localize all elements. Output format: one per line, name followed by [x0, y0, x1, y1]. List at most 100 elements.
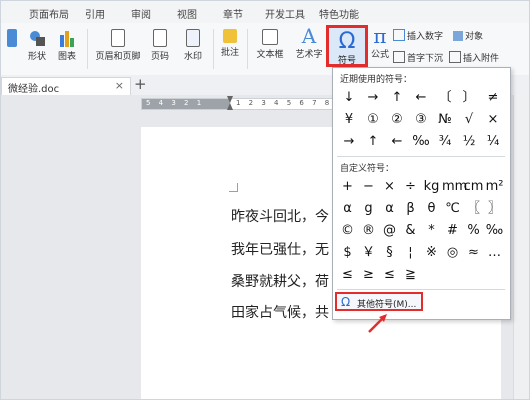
tab-chapter[interactable]: 章节: [223, 6, 243, 21]
symbol-cell[interactable]: ≈: [463, 242, 484, 264]
symbol-cell[interactable]: kg: [421, 176, 442, 198]
symbol-button[interactable]: Ω 符号: [326, 25, 368, 67]
symbol-cell[interactable]: g: [358, 198, 379, 220]
new-tab-button[interactable]: +: [134, 75, 147, 93]
symbol-cell[interactable]: ¾: [433, 131, 457, 153]
symbol-cell[interactable]: ①: [361, 109, 385, 131]
symbol-cell[interactable]: ©: [337, 220, 358, 242]
tab-page-layout[interactable]: 页面布局: [29, 6, 69, 21]
horizontal-ruler[interactable]: 5 4 3 2 1 1 2 3 4 5 6 7 8 9: [141, 98, 342, 110]
symbol-cell[interactable]: →: [361, 87, 385, 109]
textbox-label: 文本框: [256, 50, 284, 60]
object-icon: [453, 31, 463, 41]
wordart-button[interactable]: A 艺术字: [291, 25, 327, 60]
symbol-cell[interactable]: ←: [385, 131, 409, 153]
insert-attachment-button[interactable]: 插入附件: [449, 51, 499, 64]
symbol-cell[interactable]: ≠: [481, 87, 505, 109]
symbol-cell[interactable]: …: [484, 242, 505, 264]
right-sidebar: [513, 95, 529, 399]
symbol-cell[interactable]: ≤: [379, 264, 400, 286]
object-button[interactable]: 对象: [453, 29, 483, 42]
textbox-icon: [262, 29, 278, 45]
insert-attachment-label: 插入附件: [463, 54, 500, 64]
symbol-cell[interactable]: ↑: [361, 131, 385, 153]
symbol-cell[interactable]: ℃: [442, 198, 463, 220]
symbol-cell[interactable]: 〕: [457, 87, 481, 109]
symbol-cell[interactable]: ≥: [358, 264, 379, 286]
more-symbols-button[interactable]: Ω 其他符号(M)...: [335, 292, 423, 311]
number-icon: [393, 29, 405, 41]
tab-view[interactable]: 视图: [177, 6, 197, 21]
symbol-cell[interactable]: ×: [481, 109, 505, 131]
watermark-icon: [186, 29, 200, 47]
symbol-cell[interactable]: &: [400, 220, 421, 242]
symbol-cell[interactable]: @: [379, 220, 400, 242]
page-number-button[interactable]: 页码: [144, 29, 176, 62]
symbol-cell[interactable]: ≤: [337, 264, 358, 286]
symbol-cell[interactable]: ¥: [337, 109, 361, 131]
symbol-cell[interactable]: $: [337, 242, 358, 264]
symbol-cell[interactable]: ‰: [484, 220, 505, 242]
symbol-cell[interactable]: √: [457, 109, 481, 131]
symbol-cell[interactable]: §: [379, 242, 400, 264]
symbol-cell[interactable]: ↑: [385, 87, 409, 109]
tab-review[interactable]: 审阅: [131, 6, 151, 21]
tab-references[interactable]: 引用: [85, 6, 105, 21]
symbol-cell[interactable]: −: [358, 176, 379, 198]
picture-button[interactable]: [1, 29, 23, 47]
textbox-button[interactable]: 文本框: [251, 29, 289, 60]
symbol-cell[interactable]: ÷: [400, 176, 421, 198]
symbol-cell[interactable]: ③: [409, 109, 433, 131]
tab-special-features[interactable]: 特色功能: [319, 6, 359, 21]
first-letter-button[interactable]: 首字下沉: [393, 51, 443, 64]
symbol-cell[interactable]: ←: [409, 87, 433, 109]
symbol-cell[interactable]: 〖: [463, 198, 484, 220]
symbol-cell[interactable]: ￥: [358, 242, 379, 264]
symbol-cell[interactable]: ↓: [337, 87, 361, 109]
divider: [213, 29, 214, 69]
recent-symbols-title: 近期使用的符号：: [340, 75, 413, 85]
symbol-cell[interactable]: ×: [379, 176, 400, 198]
chart-label: 图表: [57, 52, 76, 62]
document-tab[interactable]: 微经验.doc ×: [1, 77, 131, 95]
symbol-cell[interactable]: ≧: [400, 264, 421, 286]
symbol-cell[interactable]: →: [337, 131, 361, 153]
shapes-button[interactable]: 形状: [23, 29, 51, 62]
symbol-cell[interactable]: %: [463, 220, 484, 242]
symbol-cell[interactable]: +: [337, 176, 358, 198]
formula-button[interactable]: π 公式: [369, 25, 391, 60]
comment-button[interactable]: 批注: [217, 29, 243, 58]
watermark-button[interactable]: 水印: [177, 29, 209, 62]
symbol-cell[interactable]: ②: [385, 109, 409, 131]
insert-number-button[interactable]: 插入数字: [393, 29, 443, 42]
symbol-cell[interactable]: α: [337, 198, 358, 220]
app-window: 页面布局 引用 审阅 视图 章节 开发工具 特色功能 形状 图表 页眉和页脚 页…: [0, 0, 530, 400]
recent-symbols-grid: ↓ → ↑ ← 〔〕 ≠ ¥ ① ② ③ № √ × → ↑ ← ‰ ¾ ½ ¼: [337, 87, 505, 153]
symbol-cell[interactable]: α: [379, 198, 400, 220]
symbol-cell[interactable]: #: [442, 220, 463, 242]
symbol-cell[interactable]: β: [400, 198, 421, 220]
pointer-arrow-icon: [368, 314, 387, 333]
symbol-cell[interactable]: *: [421, 220, 442, 242]
symbol-cell[interactable]: ¼: [481, 131, 505, 153]
symbol-cell[interactable]: ½: [457, 131, 481, 153]
symbol-cell[interactable]: m²: [484, 176, 505, 198]
wordart-icon: A: [301, 24, 317, 48]
tab-developer[interactable]: 开发工具: [265, 6, 305, 21]
object-label: 对象: [465, 32, 484, 42]
symbol-cell[interactable]: cm: [463, 176, 484, 198]
symbol-cell[interactable]: 〔: [433, 87, 457, 109]
chart-button[interactable]: 图表: [53, 29, 81, 62]
symbol-cell[interactable]: mm: [442, 176, 467, 198]
symbol-cell[interactable]: θ: [421, 198, 442, 220]
watermark-label: 水印: [183, 52, 202, 62]
symbol-cell[interactable]: ¦: [400, 242, 421, 264]
symbol-cell[interactable]: 〗: [484, 198, 505, 220]
symbol-cell[interactable]: ®: [358, 220, 379, 242]
close-icon[interactable]: ×: [115, 79, 124, 92]
symbol-cell[interactable]: ◎: [442, 242, 463, 264]
symbol-cell[interactable]: №: [433, 109, 457, 131]
symbol-cell[interactable]: ※: [421, 242, 442, 264]
header-footer-button[interactable]: 页眉和页脚: [93, 29, 143, 62]
symbol-cell[interactable]: ‰: [409, 131, 433, 153]
